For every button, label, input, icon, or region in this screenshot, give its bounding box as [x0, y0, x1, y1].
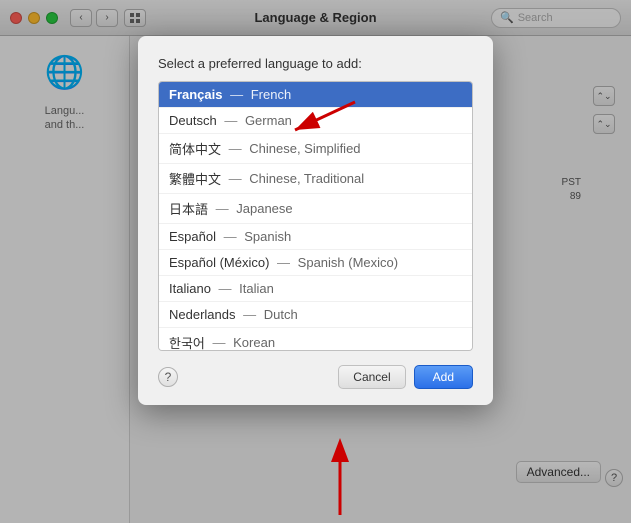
- lang-separator: —: [225, 171, 245, 186]
- lang-separator: —: [226, 87, 246, 102]
- modal-footer: ? Cancel Add: [158, 365, 473, 389]
- lang-separator: —: [240, 307, 260, 322]
- lang-separator: —: [221, 113, 241, 128]
- lang-list-item[interactable]: 简体中文 — Chinese, Simplified: [159, 134, 472, 164]
- lang-native: 한국어: [169, 333, 205, 351]
- lang-native: 繁體中文: [169, 169, 221, 188]
- lang-english: Dutch: [264, 307, 298, 322]
- language-list[interactable]: Français — FrenchDeutsch — German简体中文 — …: [158, 81, 473, 351]
- lang-english: Japanese: [236, 201, 292, 216]
- lang-list-item[interactable]: Deutsch — German: [159, 108, 472, 134]
- modal-footer-buttons: Cancel Add: [338, 365, 473, 389]
- lang-separator: —: [220, 229, 240, 244]
- modal-title: Select a preferred language to add:: [158, 56, 473, 71]
- lang-list-item[interactable]: 繁體中文 — Chinese, Traditional: [159, 164, 472, 194]
- lang-english: French: [251, 87, 291, 102]
- add-button[interactable]: Add: [414, 365, 473, 389]
- lang-native: Français: [169, 87, 222, 102]
- lang-english: Chinese, Simplified: [249, 141, 360, 156]
- lang-native: Español: [169, 229, 216, 244]
- lang-list-item[interactable]: Français — French: [159, 82, 472, 108]
- lang-list-item[interactable]: Italiano — Italian: [159, 276, 472, 302]
- lang-separator: —: [225, 141, 245, 156]
- lang-native: 简体中文: [169, 139, 221, 158]
- lang-english: Chinese, Traditional: [249, 171, 364, 186]
- lang-native: Nederlands: [169, 307, 236, 322]
- modal-help-button[interactable]: ?: [158, 367, 178, 387]
- lang-separator: —: [209, 335, 229, 350]
- lang-list-item[interactable]: 한국어 — Korean: [159, 328, 472, 351]
- lang-native: Italiano: [169, 281, 211, 296]
- lang-native: Deutsch: [169, 113, 217, 128]
- lang-list-item[interactable]: Español (México) — Spanish (Mexico): [159, 250, 472, 276]
- lang-english: Spanish: [244, 229, 291, 244]
- lang-english: Spanish (Mexico): [298, 255, 398, 270]
- lang-english: German: [245, 113, 292, 128]
- lang-separator: —: [212, 201, 232, 216]
- lang-separator: —: [273, 255, 293, 270]
- lang-native: Español (México): [169, 255, 269, 270]
- lang-separator: —: [215, 281, 235, 296]
- lang-list-item[interactable]: 日本語 — Japanese: [159, 194, 472, 224]
- lang-list-item[interactable]: Nederlands — Dutch: [159, 302, 472, 328]
- lang-native: 日本語: [169, 199, 208, 218]
- cancel-button[interactable]: Cancel: [338, 365, 405, 389]
- language-picker-modal: Select a preferred language to add: Fran…: [138, 36, 493, 405]
- lang-english: Korean: [233, 335, 275, 350]
- lang-english: Italian: [239, 281, 274, 296]
- modal-overlay: Select a preferred language to add: Fran…: [0, 0, 631, 523]
- lang-list-item[interactable]: Español — Spanish: [159, 224, 472, 250]
